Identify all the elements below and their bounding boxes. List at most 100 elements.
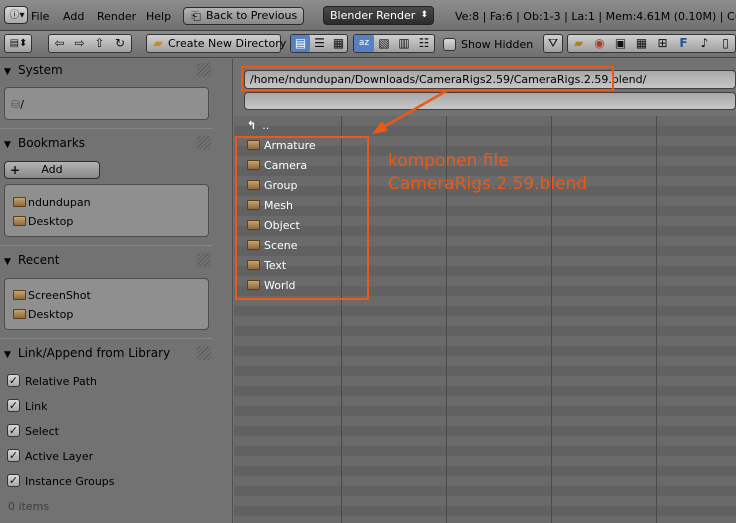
recent-panel-header[interactable]: ▼ Recent (0, 250, 213, 270)
create-new-directory-label: Create New Directory (168, 37, 287, 50)
show-hidden-label: Show Hidden (461, 38, 534, 51)
font-filter-icon[interactable]: F (673, 35, 694, 52)
bookmark-item[interactable]: Desktop (13, 214, 73, 230)
short-list-icon[interactable]: ▤ (291, 35, 310, 52)
editor-type-button[interactable]: ⓘ▾ (4, 6, 28, 24)
parent-directory-label: .. (262, 119, 270, 132)
relative-path-label: Relative Path (25, 375, 98, 388)
text-filter-icon[interactable]: ▯ (715, 35, 736, 52)
system-item-root[interactable]: ⛁/ (11, 96, 24, 112)
system-panel-header[interactable]: ▼ System (0, 60, 213, 80)
items-highlight-box (235, 136, 369, 300)
recent-item[interactable]: Desktop (13, 307, 73, 323)
navigation-button-group: ⇦ ⇨ ⇧ ↻ (48, 34, 132, 53)
collapse-triangle-icon: ▼ (4, 67, 11, 77)
funnel-icon: ⛛ (547, 36, 559, 50)
panel-grip-icon[interactable] (197, 136, 211, 150)
annotation-line-2: CameraRigs.2.59.blend (388, 174, 588, 194)
file-browser-header: ▤⬍ ⇦ ⇨ ⇧ ↻ ▰ Create New Directory ▤ ☰ ▦ … (0, 31, 736, 58)
panel-separator (0, 338, 213, 339)
link-append-panel-header[interactable]: ▼ Link/Append from Library (0, 343, 213, 363)
filename-field[interactable] (244, 92, 736, 110)
active-layer-label: Active Layer (25, 450, 94, 463)
sound-filter-icon[interactable]: ♪ (694, 35, 715, 52)
link-append-panel-title: Link/Append from Library (18, 346, 171, 360)
column-divider (656, 116, 657, 523)
plus-icon: + (9, 163, 21, 177)
updown-arrows-icon: ⬍ (420, 10, 428, 20)
sort-mode-group: az ▧ ▥ ☷ (353, 34, 435, 53)
file-browser-sidebar: ▼ System ⛁/ ▼ Bookmarks + Add ndundupan De… (0, 59, 233, 523)
render-engine-value: Blender Render (330, 9, 416, 22)
bookmark-item-label: Desktop (28, 215, 74, 228)
panel-separator (0, 245, 213, 246)
sort-ext-icon[interactable]: ▧ (374, 35, 394, 52)
back-screen-icon: ⎗ (191, 9, 201, 23)
panel-separator (0, 128, 213, 129)
active-layer-checkbox[interactable]: ✓ (7, 449, 20, 462)
relative-path-checkbox[interactable]: ✓ (7, 374, 20, 387)
recent-panel-title: Recent (18, 253, 60, 267)
detailed-list-icon[interactable]: ☰ (310, 35, 329, 52)
menu-file[interactable]: File (31, 10, 49, 23)
recent-list: ScreenShot Desktop (4, 278, 209, 330)
scene-stats: Ve:8 | Fa:6 | Ob:1-3 | La:1 | Mem:4.61M … (455, 10, 736, 23)
collapse-triangle-icon: ▼ (4, 140, 11, 150)
bookmark-item-label: ndundupan (28, 196, 91, 209)
back-to-previous-label: Back to Previous (206, 9, 298, 22)
folder-filter-icon[interactable]: ▰ (568, 35, 589, 52)
add-bookmark-button[interactable]: + Add (4, 161, 100, 179)
display-mode-group: ▤ ☰ ▦ (290, 34, 348, 53)
refresh-icon[interactable]: ↻ (110, 35, 130, 52)
bookmarks-panel-header[interactable]: ▼ Bookmarks (0, 133, 213, 153)
bookmarks-list: ndundupan Desktop (4, 184, 209, 237)
system-item-label: / (20, 98, 24, 111)
bookmarks-panel-title: Bookmarks (18, 136, 86, 150)
file-browser-icon: ▤⬍ (9, 38, 28, 49)
sort-alpha-icon[interactable]: az (354, 35, 374, 52)
sort-size-icon[interactable]: ☷ (414, 35, 434, 52)
instance-groups-label: Instance Groups (25, 475, 115, 488)
blend-filter-icon[interactable]: ◉ (589, 35, 610, 52)
thumbnails-icon[interactable]: ▦ (329, 35, 348, 52)
panel-grip-icon[interactable] (197, 63, 211, 77)
parent-directory-row[interactable]: ↰.. (247, 116, 269, 136)
link-checkbox[interactable]: ✓ (7, 399, 20, 412)
sort-time-icon[interactable]: ▥ (394, 35, 414, 52)
back-arrow-icon[interactable]: ⇦ (50, 35, 69, 52)
recent-item[interactable]: ScreenShot (13, 288, 91, 304)
annotation-text: komponen file CameraRigs.2.59.blend (388, 150, 587, 196)
movie-filter-icon[interactable]: ▦ (631, 35, 652, 52)
image-filter-icon[interactable]: ▣ (610, 35, 631, 52)
menu-render[interactable]: Render (97, 10, 136, 23)
instance-groups-checkbox[interactable]: ✓ (7, 474, 20, 487)
recent-folder-icon (13, 309, 26, 319)
bookmark-folder-icon (13, 216, 26, 226)
back-to-previous-button[interactable]: ⎗ Back to Previous (183, 7, 305, 25)
parent-directory-icon[interactable]: ⇧ (90, 35, 109, 52)
bookmark-folder-icon (13, 197, 26, 207)
info-header: ⓘ▾ File Add Render Help ⎗ Back to Previo… (0, 0, 736, 31)
system-list: ⛁/ (4, 87, 209, 120)
select-label: Select (25, 425, 59, 438)
recent-folder-icon (13, 290, 26, 300)
create-new-directory-button[interactable]: ▰ Create New Directory (146, 34, 286, 53)
bookmark-item[interactable]: ndundupan (13, 195, 91, 211)
show-hidden-checkbox[interactable] (443, 38, 456, 51)
filter-toggle-button[interactable]: ⛛ (543, 34, 563, 53)
item-count-status: 0 items (8, 500, 50, 513)
recent-item-label: ScreenShot (28, 289, 91, 302)
forward-arrow-icon[interactable]: ⇨ (70, 35, 89, 52)
file-browser-editor-button[interactable]: ▤⬍ (4, 34, 32, 53)
render-engine-dropdown[interactable]: Blender Render ⬍ (323, 6, 434, 25)
filter-types-group: ▰ ◉ ▣ ▦ ⊞ F ♪ ▯ (567, 34, 736, 53)
new-folder-icon: ▰ (153, 36, 163, 50)
panel-grip-icon[interactable] (197, 253, 211, 267)
script-filter-icon[interactable]: ⊞ (652, 35, 673, 52)
collapse-triangle-icon: ▼ (4, 350, 11, 360)
select-checkbox[interactable]: ✓ (7, 424, 20, 437)
annotation-arrow-icon (372, 88, 449, 134)
panel-grip-icon[interactable] (197, 346, 211, 360)
menu-help[interactable]: Help (146, 10, 171, 23)
menu-add[interactable]: Add (63, 10, 84, 23)
